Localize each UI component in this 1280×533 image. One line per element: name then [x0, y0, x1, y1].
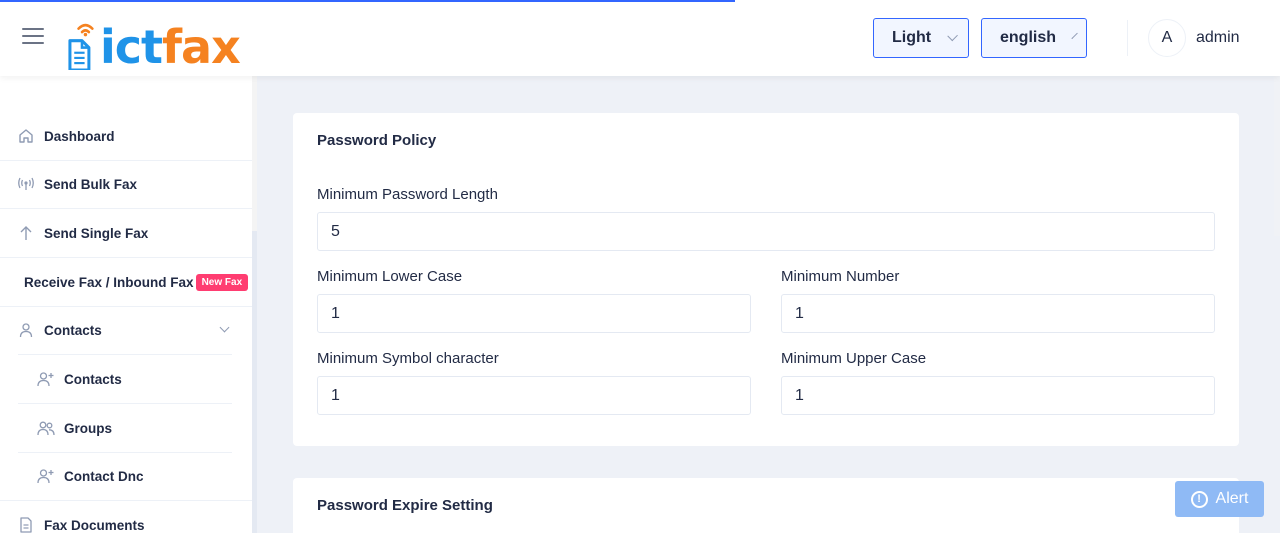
logo-wordmark: ictfax [100, 24, 241, 70]
sidebar-item-label: Contacts [44, 322, 102, 338]
sidebar-item-contacts[interactable]: Contacts [0, 355, 252, 403]
password-expire-title: Password Expire Setting [317, 497, 493, 514]
header-divider [1127, 20, 1128, 56]
alert-button-label: Alert [1215, 490, 1249, 507]
sidebar-scrollbar[interactable] [252, 76, 257, 533]
person-icon [17, 321, 35, 339]
password-policy-card: Password Policy Minimum Password Length … [293, 113, 1239, 446]
logo-text-fax: fax [162, 20, 241, 74]
broadcast-icon [17, 175, 35, 193]
home-icon [17, 127, 35, 145]
sidebar-item-groups[interactable]: Groups [0, 404, 252, 452]
file-icon [17, 516, 35, 533]
sidebar-item-label: Dashboard [44, 128, 115, 144]
sidebar-item-send-single-fax[interactable]: Send Single Fax [0, 209, 252, 257]
password-expire-card: Password Expire Setting [293, 478, 1239, 533]
alert-button[interactable]: ! Alert [1175, 481, 1264, 517]
sidebar-item-fax-documents[interactable]: Fax Documents [0, 501, 252, 533]
chevron-down-icon [1071, 32, 1078, 40]
person-add-icon [37, 370, 55, 388]
sidebar-scrollbar-thumb[interactable] [252, 231, 257, 533]
sidebar-item-dashboard[interactable]: Dashboard [0, 112, 252, 160]
fax-document-logo-icon [68, 23, 94, 70]
arrow-up-icon [17, 224, 35, 242]
sidebar-item-send-bulk-fax[interactable]: Send Bulk Fax [0, 160, 252, 208]
min-lower-label: Minimum Lower Case [317, 268, 463, 285]
user-avatar[interactable]: A [1148, 19, 1186, 57]
min-symbol-input[interactable] [317, 376, 751, 415]
sidebar-item-label: Fax Documents [44, 517, 145, 533]
chevron-down-icon [947, 30, 958, 42]
password-policy-title: Password Policy [317, 132, 437, 149]
theme-select-value: Light [892, 29, 932, 46]
sidebar-item-label: Receive Fax / Inbound Fax [24, 274, 194, 290]
new-fax-badge: New Fax [195, 273, 249, 291]
sidebar-item-label: Groups [64, 420, 113, 436]
page-scrollbar[interactable] [1274, 76, 1280, 236]
sidebar-item-contacts-group[interactable]: Contacts [0, 306, 252, 354]
min-length-label: Minimum Password Length [317, 186, 498, 203]
theme-select[interactable]: Light [873, 18, 969, 58]
sidebar: Dashboard Send Bulk Fax Send Single Fax … [0, 76, 252, 533]
chevron-down-icon [219, 322, 230, 333]
people-icon [37, 419, 55, 437]
sidebar-item-label: Send Single Fax [44, 225, 149, 241]
person-add-icon [37, 467, 55, 485]
sidebar-item-receive-fax[interactable]: Receive Fax / Inbound Fax New Fax [0, 258, 252, 306]
min-upper-input[interactable] [781, 376, 1215, 415]
sidebar-item-label: Contacts [64, 371, 122, 387]
loading-progress-bar [0, 0, 735, 2]
sidebar-item-label: Send Bulk Fax [44, 176, 138, 192]
alert-circle-icon: ! [1190, 490, 1208, 508]
language-select[interactable]: english [981, 18, 1087, 58]
menu-toggle-button[interactable] [22, 28, 46, 48]
user-name[interactable]: admin [1196, 29, 1240, 47]
min-number-label: Minimum Number [781, 268, 900, 285]
app-logo[interactable]: ictfax [66, 8, 241, 70]
language-select-value: english [1000, 29, 1057, 46]
sidebar-item-contact-dnc[interactable]: Contact Dnc [0, 452, 252, 500]
hamburger-icon [22, 28, 44, 30]
min-length-input[interactable] [317, 212, 1215, 251]
min-symbol-label: Minimum Symbol character [317, 350, 499, 367]
min-lower-input[interactable] [317, 294, 751, 333]
top-header: ictfax Light english A admin [0, 0, 1280, 76]
logo-text-ict: ict [100, 20, 163, 74]
min-number-input[interactable] [781, 294, 1215, 333]
min-upper-label: Minimum Upper Case [781, 350, 927, 367]
sidebar-item-label: Contact Dnc [64, 468, 144, 484]
